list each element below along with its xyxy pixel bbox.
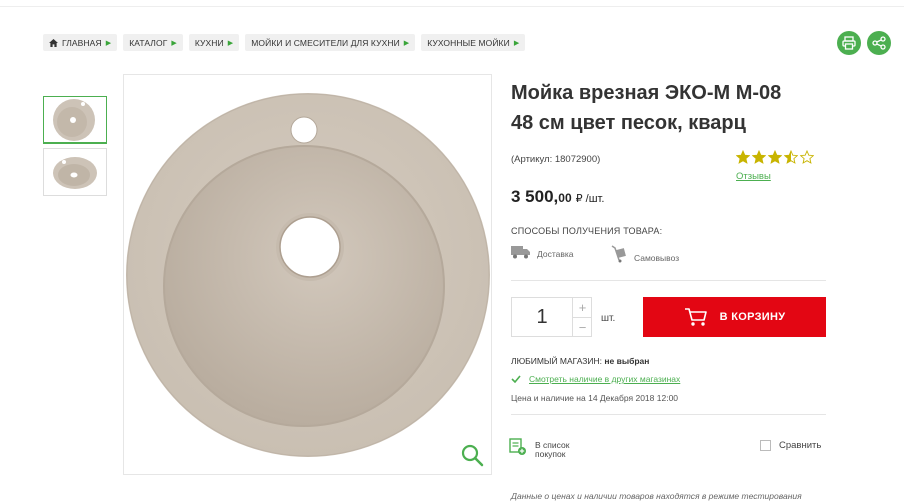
star-icon: [784, 150, 798, 164]
print-icon: [842, 36, 856, 50]
delivery-option: Доставка: [511, 245, 574, 259]
breadcrumb-kitchen-sinks[interactable]: КУХОННЫЕ МОЙКИ ▶: [421, 34, 526, 51]
pickup-option: Самовывоз: [610, 245, 679, 263]
product-main-image[interactable]: [123, 74, 492, 475]
availability-link[interactable]: Смотреть наличие в других магазинах: [529, 374, 680, 384]
quantity-input[interactable]: 1: [512, 298, 572, 336]
favorite-store-label: ЛЮБИМЫЙ МАГАЗИН:: [511, 356, 603, 366]
thumbnail-1[interactable]: [43, 96, 107, 144]
reviews-link[interactable]: Отзывы: [736, 171, 771, 182]
print-button[interactable]: [837, 31, 861, 55]
compare-checkbox[interactable]: Сравнить: [760, 440, 821, 451]
home-icon: [49, 38, 58, 47]
cart-icon: [684, 308, 707, 326]
breadcrumb-label: МОЙКИ И СМЕСИТЕЛИ ДЛЯ КУХНИ: [251, 37, 400, 48]
breadcrumb-label: КУХОННЫЕ МОЙКИ: [427, 37, 510, 48]
breadcrumb-label: ГЛАВНАЯ: [62, 37, 102, 48]
truck-icon: [511, 246, 530, 259]
page-title: Мойка врезная ЭКО-М М-08 48 см цвет песо…: [511, 78, 811, 138]
add-to-cart-button[interactable]: В КОРЗИНУ: [643, 297, 826, 337]
quantity-plus-button[interactable]: +: [572, 298, 592, 317]
compare-checkbox-box[interactable]: [760, 440, 771, 451]
pickup-label: Самовывоз: [634, 253, 680, 263]
wishlist-button[interactable]: В список покупок: [509, 438, 569, 459]
price-date: Цена и наличие на 14 Декабря 2018 12:00: [511, 393, 679, 403]
favorite-store: ЛЮБИМЫЙ МАГАЗИН: не выбран: [511, 356, 649, 366]
quantity-unit: шт.: [601, 313, 616, 324]
breadcrumb-label: КАТАЛОГ: [129, 37, 168, 48]
article-number: (Артикул: 18072900): [511, 154, 601, 165]
star-icon: [752, 150, 766, 164]
sink-image: [126, 93, 490, 457]
quantity-stepper: 1 + −: [511, 297, 592, 337]
breadcrumb-arrow-icon: ▶: [105, 39, 112, 47]
breadcrumb-arrow-icon: ▶: [403, 39, 410, 47]
availability-row: Смотреть наличие в других магазинах: [511, 374, 680, 384]
title-line-1: Мойка врезная ЭКО-М М-08: [511, 82, 782, 104]
breadcrumb: ГЛАВНАЯ ▶ КАТАЛОГ ▶ КУХНИ ▶ МОЙКИ И СМЕС…: [43, 34, 526, 51]
breadcrumb-catalog[interactable]: КАТАЛОГ ▶: [123, 34, 183, 51]
breadcrumb-sinks-faucets[interactable]: МОЙКИ И СМЕСИТЕЛИ ДЛЯ КУХНИ ▶: [245, 34, 416, 51]
footer-note: Данные о ценах и наличии товаров находят…: [511, 491, 802, 501]
wishlist-label-line2: покупок: [535, 449, 566, 459]
share-icon: [872, 36, 886, 50]
breadcrumb-label: КУХНИ: [194, 37, 224, 48]
wishlist-icon: [509, 438, 526, 455]
price-unit: ₽ /шт.: [575, 193, 605, 205]
divider: [511, 280, 826, 281]
price-cents: 00: [558, 191, 572, 205]
breadcrumb-kitchens[interactable]: КУХНИ ▶: [188, 34, 240, 51]
wishlist-label: В список покупок: [535, 441, 569, 459]
breadcrumb-arrow-icon: ▶: [513, 39, 520, 47]
sink-thumbnail-image: [53, 98, 95, 141]
add-to-cart-label: В КОРЗИНУ: [719, 311, 786, 323]
star-icon: [736, 150, 750, 164]
header-divider: [0, 6, 904, 7]
breadcrumb-arrow-icon: ▶: [227, 39, 234, 47]
cart-trolley-icon: [611, 245, 626, 263]
favorite-store-value: не выбран: [604, 356, 650, 366]
star-icon: [768, 150, 782, 164]
zoom-icon[interactable]: [461, 444, 485, 468]
delivery-heading: СПОСОБЫ ПОЛУЧЕНИЯ ТОВАРА:: [511, 226, 663, 236]
thumbnail-2[interactable]: [43, 148, 107, 196]
divider: [511, 414, 826, 415]
quantity-minus-button[interactable]: −: [572, 317, 592, 336]
breadcrumb-home[interactable]: ГЛАВНАЯ ▶: [43, 34, 118, 51]
sink-thumbnail-image: [53, 157, 97, 189]
check-icon: [511, 375, 521, 383]
compare-label: Сравнить: [779, 440, 822, 451]
price: 3 500,00 ₽ /шт.: [511, 187, 604, 207]
price-integer: 3 500,: [511, 187, 559, 206]
breadcrumb-arrow-icon: ▶: [171, 39, 177, 47]
star-icon: [800, 150, 814, 164]
delivery-label: Доставка: [537, 249, 574, 259]
share-button[interactable]: [867, 31, 891, 55]
title-line-2: 48 см цвет песок, кварц: [511, 112, 746, 134]
rating-stars: [736, 150, 814, 164]
